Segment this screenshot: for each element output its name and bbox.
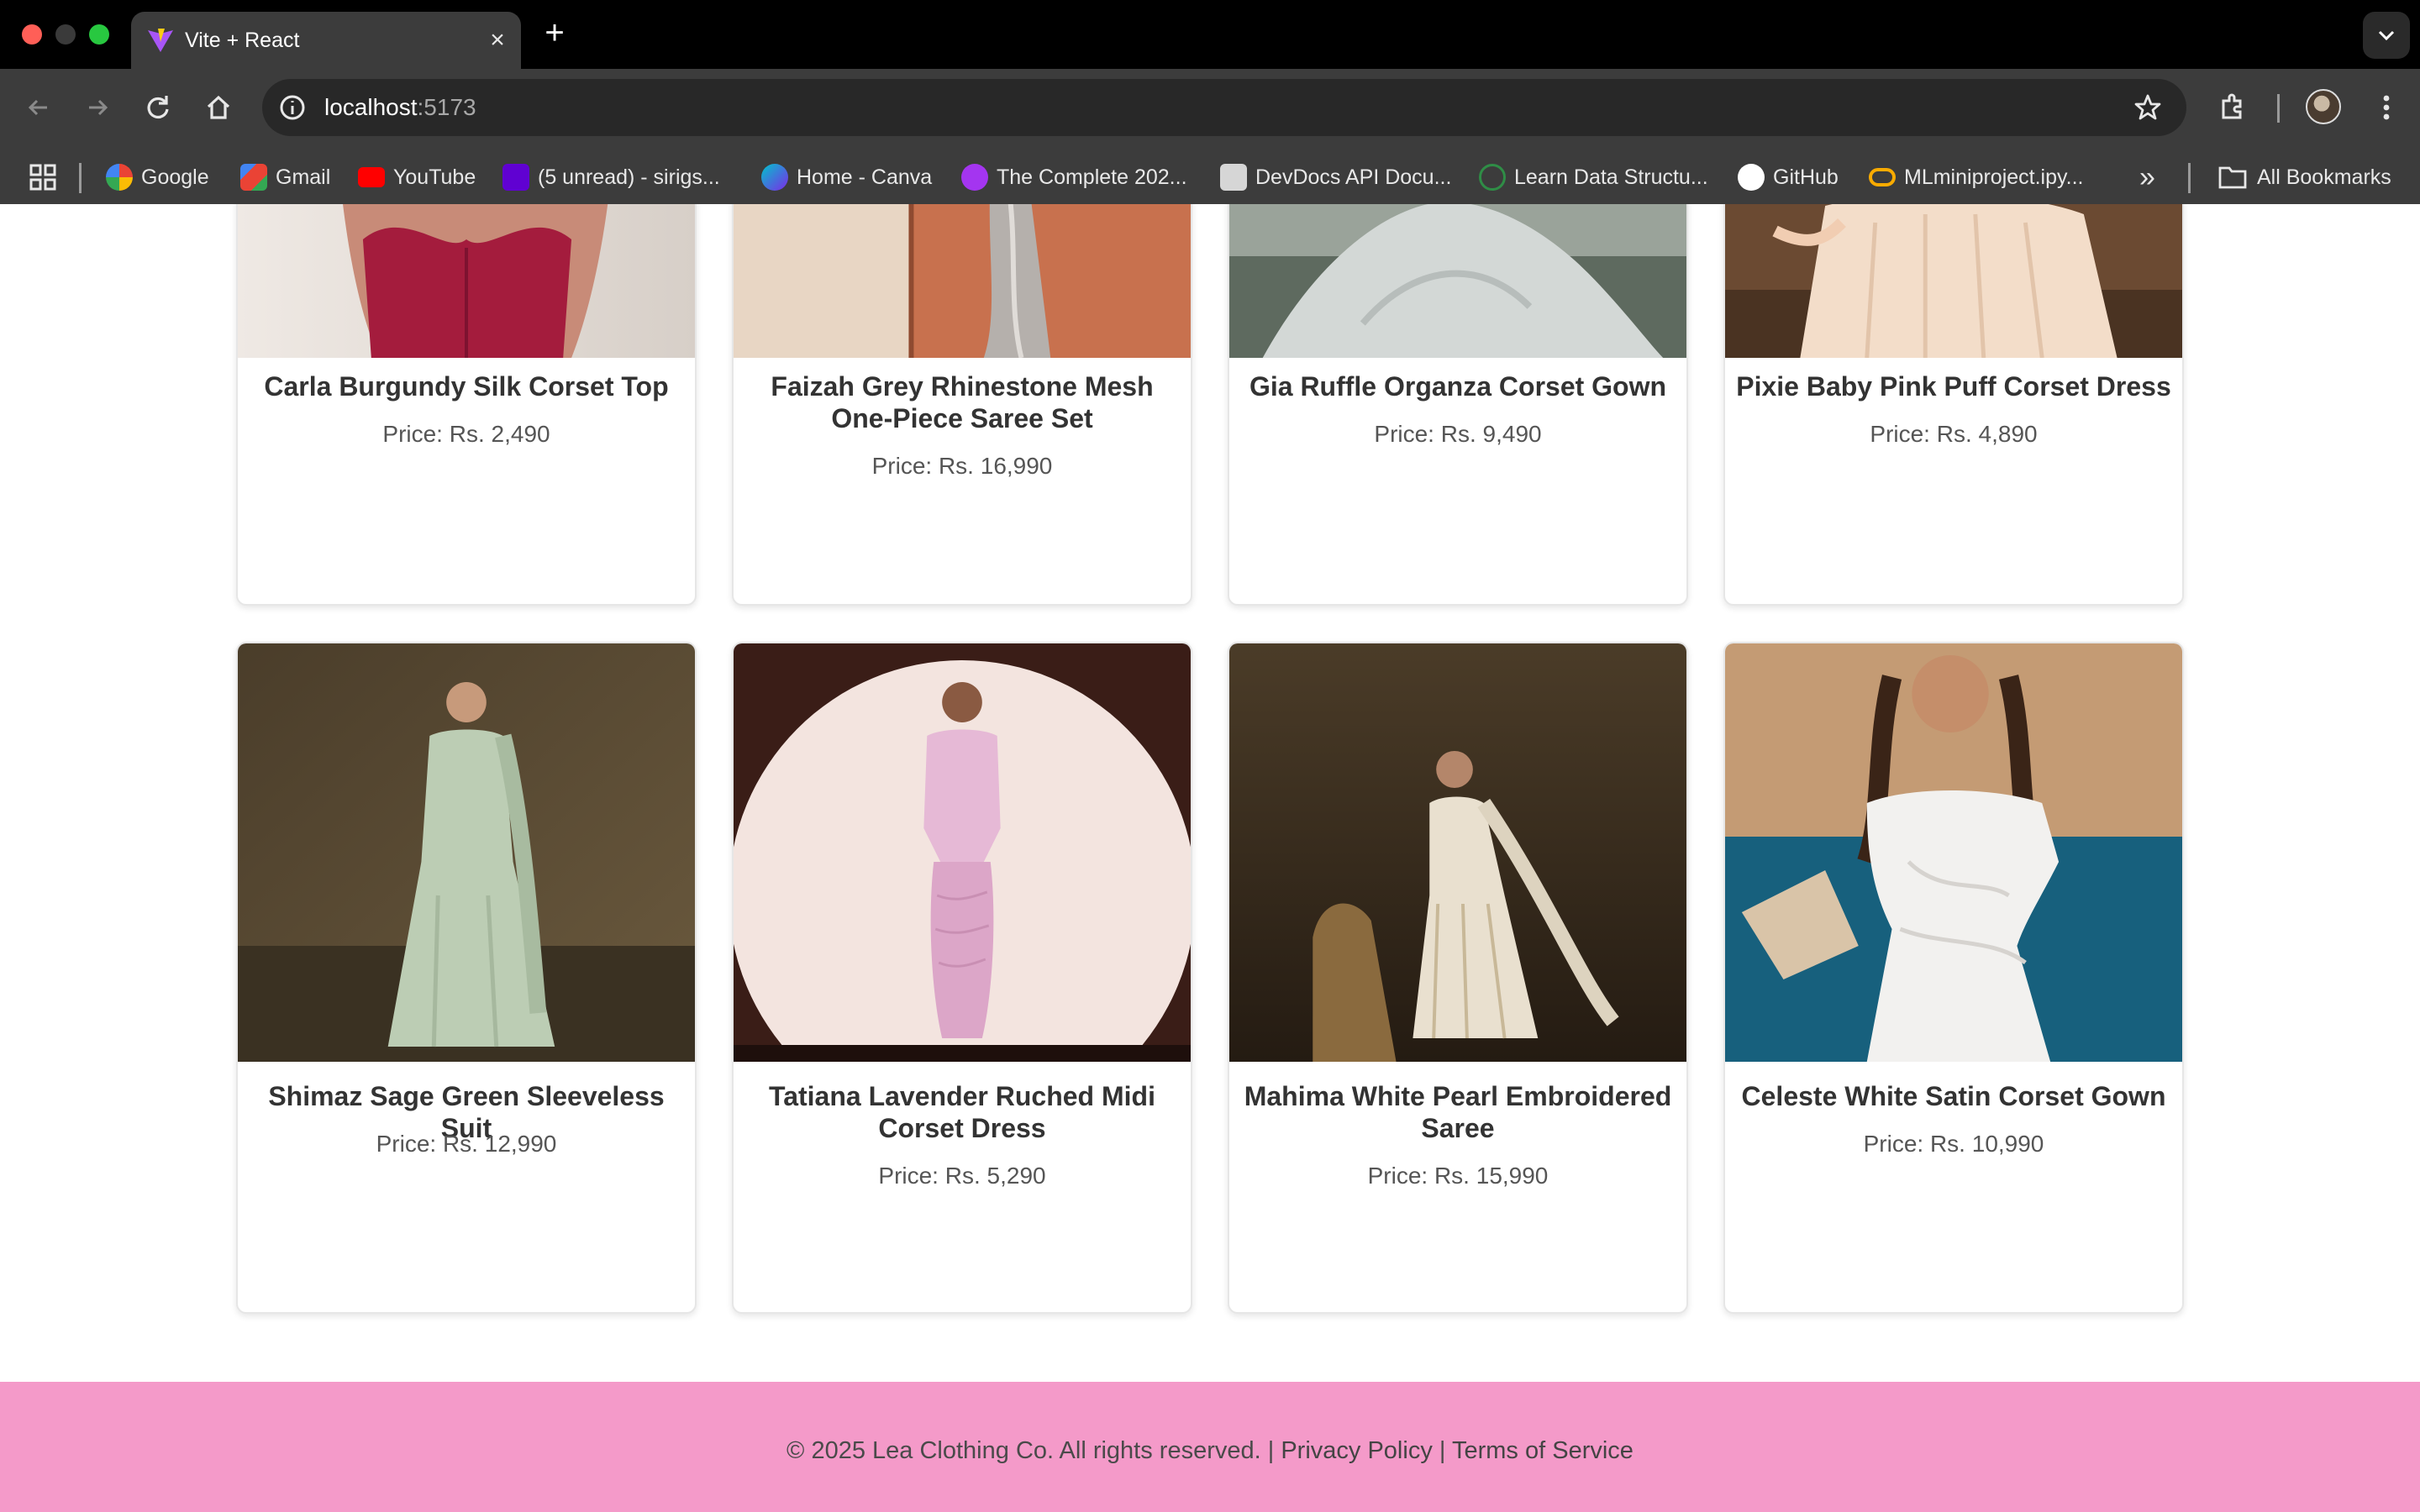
product-card[interactable]: Celeste White Satin Corset Gown Price: R… (1723, 642, 2184, 1314)
gfg-icon (1479, 164, 1506, 191)
copyright-text: © 2025 Lea Clothing Co. All rights reser… (786, 1437, 1275, 1464)
canva-icon (761, 164, 788, 191)
product-image[interactable] (238, 204, 695, 358)
product-image[interactable] (238, 643, 695, 1062)
bookmark-devdocs[interactable]: DevDocs API Docu... (1220, 158, 1451, 197)
close-window-button[interactable] (22, 24, 42, 45)
star-icon[interactable] (2133, 92, 2163, 123)
product-price: Price: Rs. 2,490 (382, 421, 550, 447)
product-image[interactable] (734, 643, 1191, 1062)
product-price: Price: Rs. 9,490 (1374, 421, 1542, 447)
github-icon (1738, 164, 1765, 191)
devdocs-icon (1220, 164, 1247, 191)
bookmarks-divider (79, 163, 82, 193)
product-image[interactable] (1229, 204, 1686, 358)
vite-icon (148, 29, 173, 52)
product-card[interactable]: Carla Burgundy Silk Corset Top Price: Rs… (236, 204, 697, 606)
maximize-window-button[interactable] (89, 24, 109, 45)
site-footer: © 2025 Lea Clothing Co. All rights reser… (0, 1382, 2420, 1512)
profile-avatar[interactable] (2306, 89, 2341, 124)
more-bookmarks-button[interactable]: » (2139, 158, 2155, 197)
tab-close-icon[interactable]: × (481, 24, 514, 57)
toolbar-divider (2277, 94, 2280, 123)
browser-chrome: Vite + React × + localhost:5173 Google G… (0, 0, 2420, 204)
url-port: :5173 (417, 94, 476, 120)
bookmark-udemy[interactable]: The Complete 202... (961, 158, 1187, 197)
udemy-icon (961, 164, 988, 191)
product-name: Celeste White Satin Corset Gown (1741, 1081, 2166, 1111)
product-card[interactable]: Mahima White Pearl Embroidered Saree Pri… (1228, 642, 1688, 1314)
site-info-icon[interactable] (277, 92, 308, 123)
bookmark-youtube[interactable]: YouTube (358, 158, 476, 197)
product-image[interactable] (1725, 643, 2182, 1062)
product-name: Carla Burgundy Silk Corset Top (264, 371, 669, 402)
product-name: Mahima White Pearl Embroidered Saree (1244, 1081, 1672, 1143)
bookmark-github[interactable]: GitHub (1738, 158, 1839, 197)
bookmark-geeksforgeeks[interactable]: Learn Data Structu... (1479, 158, 1708, 197)
product-name: Faizah Grey Rhinestone Mesh One-Piece Sa… (771, 371, 1154, 433)
tab-strip: Vite + React × + (0, 0, 2420, 69)
product-card[interactable]: Gia Ruffle Organza Corset Gown Price: Rs… (1228, 204, 1688, 606)
extensions-icon[interactable] (2215, 91, 2249, 124)
home-icon[interactable] (202, 91, 235, 124)
new-tab-button[interactable]: + (538, 16, 571, 50)
bookmark-colab[interactable]: MLminiproject.ipy... (1869, 158, 2084, 197)
reload-icon[interactable] (141, 91, 175, 124)
url-text[interactable]: localhost:5173 (324, 91, 476, 124)
product-price: Price: Rs. 12,990 (376, 1131, 557, 1157)
bookmark-canva[interactable]: Home - Canva (761, 158, 932, 197)
folder-icon (2218, 166, 2247, 189)
more-menu-icon[interactable] (2370, 91, 2403, 124)
all-bookmarks-button[interactable]: All Bookmarks (2218, 158, 2391, 197)
bookmarks-divider-right (2188, 163, 2191, 193)
page-content: Carla Burgundy Silk Corset Top Price: Rs… (0, 204, 2420, 1512)
product-image[interactable] (1229, 643, 1686, 1062)
forward-arrow-icon[interactable] (81, 91, 114, 124)
minimize-window-button[interactable] (55, 24, 76, 45)
product-image[interactable] (734, 204, 1191, 358)
youtube-icon (358, 167, 385, 187)
google-icon (106, 164, 133, 191)
bookmark-yahoo-mail[interactable]: (5 unread) - sirigs... (502, 158, 720, 197)
apps-grid-icon[interactable] (29, 163, 57, 192)
colab-icon (1869, 168, 1896, 186)
terms-of-service-link[interactable]: Terms of Service (1452, 1437, 1634, 1464)
yahoo-icon (502, 164, 529, 191)
product-card[interactable]: Pixie Baby Pink Puff Corset Dress Price:… (1723, 204, 2184, 606)
product-name: Tatiana Lavender Ruched Midi Corset Dres… (769, 1081, 1155, 1143)
product-card[interactable]: Faizah Grey Rhinestone Mesh One-Piece Sa… (732, 204, 1192, 606)
product-price: Price: Rs. 16,990 (871, 453, 1053, 479)
product-price: Price: Rs. 4,890 (1870, 421, 2038, 447)
chevron-down-icon (2378, 30, 2395, 41)
product-price: Price: Rs. 5,290 (878, 1163, 1046, 1189)
product-price: Price: Rs. 10,990 (1863, 1131, 2044, 1157)
back-arrow-icon[interactable] (22, 91, 55, 124)
address-bar[interactable]: localhost:5173 (262, 79, 2186, 136)
privacy-policy-link[interactable]: Privacy Policy (1281, 1437, 1433, 1464)
product-name: Pixie Baby Pink Puff Corset Dress (1736, 371, 2171, 402)
tab-title: Vite + React (185, 29, 300, 52)
product-name: Gia Ruffle Organza Corset Gown (1249, 371, 1667, 402)
url-host: localhost (324, 94, 418, 120)
tab-search-button[interactable] (2363, 12, 2410, 59)
gmail-icon (240, 164, 267, 191)
bookmark-google[interactable]: Google (106, 158, 209, 197)
product-image[interactable] (1725, 204, 2182, 358)
footer-text: © 2025 Lea Clothing Co. All rights reser… (0, 1434, 2420, 1467)
product-card[interactable]: Tatiana Lavender Ruched Midi Corset Dres… (732, 642, 1192, 1314)
footer-divider: | (1439, 1437, 1446, 1464)
product-price: Price: Rs. 15,990 (1367, 1163, 1549, 1189)
active-tab[interactable]: Vite + React × (131, 12, 521, 69)
product-card[interactable]: Shimaz Sage Green Sleeveless Suit Price:… (236, 642, 697, 1314)
bookmark-gmail[interactable]: Gmail (240, 158, 330, 197)
